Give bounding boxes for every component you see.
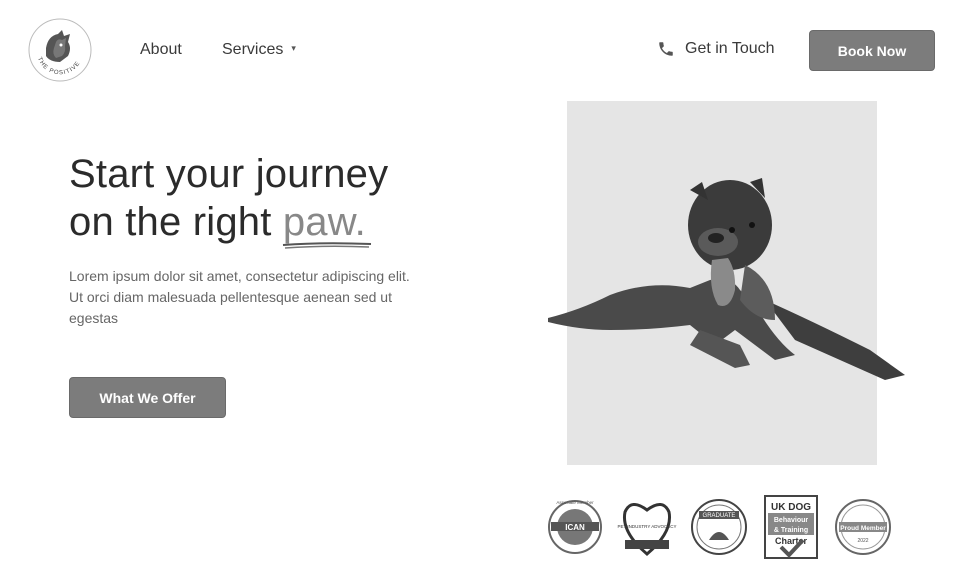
svg-text:Proud Member: Proud Member (840, 525, 886, 532)
dog-photo (548, 178, 905, 380)
hero-title-line2-prefix: on the right (69, 200, 283, 244)
svg-text:GRADUATE: GRADUATE (703, 513, 736, 519)
dog-logo-icon: THE POSITIVE PUP (25, 14, 92, 82)
hero-title-line2: on the right paw. (69, 198, 388, 249)
hero-description: Lorem ipsum dolor sit amet, consectetur … (69, 268, 410, 326)
hero-title-accent-text: paw. (282, 200, 366, 244)
logo[interactable]: THE POSITIVE PUP (25, 14, 92, 82)
chevron-down-icon: ▾ (291, 43, 296, 53)
book-now-button[interactable]: Book Now (809, 30, 935, 71)
get-in-touch-link[interactable]: Get in Touch (657, 40, 775, 58)
hero-title-accent: paw. (282, 198, 371, 249)
nav-services-label: Services (222, 41, 284, 58)
svg-text:Behaviour: Behaviour (774, 517, 809, 524)
graduate-badge-icon: GRADUATE (691, 499, 747, 555)
svg-text:ICAN: ICAN (565, 523, 585, 532)
svg-text:2022: 2022 (857, 538, 868, 544)
uk-dog-charter-badge-icon: UK DOG Behaviour & Training Charter (764, 495, 818, 559)
hero-title: Start your journey on the right paw. (69, 150, 389, 249)
svg-text:& Training: & Training (774, 527, 808, 534)
phone-icon (659, 42, 673, 56)
proud-member-badge-icon: Proud Member 2022 (835, 499, 891, 555)
svg-text:UK DOG: UK DOG (771, 502, 811, 513)
get-in-touch-label: Get in Touch (685, 40, 775, 57)
pet-advocacy-badge-icon: PET INDUSTRY ADVOCACY (617, 503, 677, 556)
svg-text:PET INDUSTRY ADVOCACY: PET INDUSTRY ADVOCACY (617, 524, 676, 529)
hero-title-line1: Start your journey (69, 152, 389, 196)
ican-badge-icon: ICAN Associate Member (548, 500, 602, 554)
accreditation-badges: ICAN Associate Member PET INDUSTRY ADVOC… (545, 492, 893, 562)
svg-text:Associate Member: Associate Member (556, 500, 594, 505)
what-we-offer-button[interactable]: What We Offer (69, 377, 226, 418)
nav-about[interactable]: About (140, 41, 182, 59)
brush-underline-icon (282, 242, 371, 249)
nav-services[interactable]: Services ▾ (222, 41, 296, 59)
